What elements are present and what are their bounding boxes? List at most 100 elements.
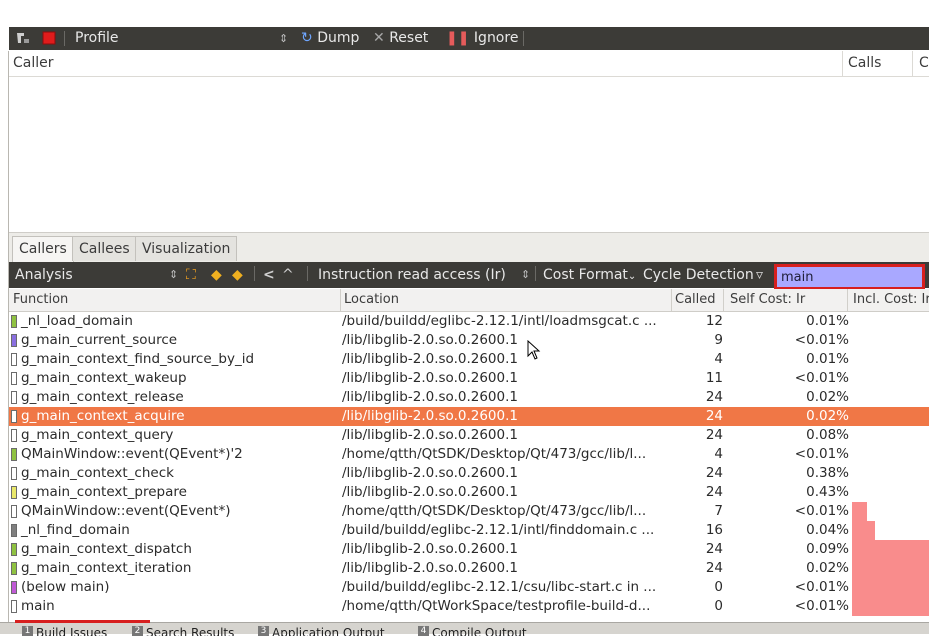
profile-select[interactable]: Profile bbox=[75, 30, 119, 47]
location-cell: /build/buildd/eglibc-2.12.1/intl/finddom… bbox=[342, 522, 655, 538]
tab-callees[interactable]: Callees bbox=[72, 236, 137, 261]
called-cell: 11 bbox=[705, 370, 723, 386]
called-cell: 16 bbox=[705, 522, 723, 538]
called-cell: 24 bbox=[705, 541, 723, 557]
ignore-button[interactable]: ❚❚ Ignore bbox=[446, 30, 518, 47]
table-row[interactable]: QMainWindow::event(QEvent*) /home/qtth/Qt… bbox=[9, 502, 929, 521]
reset-label: Reset bbox=[389, 30, 429, 46]
dropdown-arrow-icon: ⌄ bbox=[627, 271, 637, 282]
called-cell: 0 bbox=[714, 579, 723, 595]
called-cell: 12 bbox=[705, 313, 723, 329]
location-cell: /home/qtth/QtWorkSpace/testprofile-build… bbox=[342, 598, 651, 614]
location-cell: /lib/libglib-2.0.so.0.2600.1 bbox=[342, 560, 518, 576]
called-cell: 4 bbox=[714, 351, 723, 367]
reset-button[interactable]: ✕ Reset bbox=[373, 30, 428, 47]
pane-number: 2 bbox=[132, 626, 143, 636]
table-row[interactable]: (below main) /build/buildd/eglibc-2.12.1/… bbox=[9, 578, 929, 597]
self-cost-column-header[interactable]: Self Cost: Ir bbox=[730, 292, 805, 307]
table-row[interactable]: QMainWindow::event(QEvent*)'2/home/qtth/… bbox=[9, 445, 929, 464]
extra-column-header[interactable]: C bbox=[919, 55, 929, 71]
chevron-left-icon[interactable]: < bbox=[263, 266, 275, 284]
pane-label: Compile Output bbox=[432, 626, 527, 636]
output-panes-bar: 1 Build Issues 2 Search Results 3 Application… bbox=[0, 622, 929, 636]
cost-format-button[interactable]: Cost Format⌄ bbox=[543, 266, 636, 284]
filter-input[interactable] bbox=[777, 267, 923, 287]
function-color-swatch bbox=[11, 562, 17, 575]
cycle-detection-button[interactable]: Cycle Detection bbox=[643, 266, 754, 284]
function-color-swatch bbox=[11, 429, 17, 442]
table-row[interactable]: g_main_context_iteration/lib/libglib-2.0… bbox=[9, 559, 929, 578]
chevron-up-icon[interactable]: ^ bbox=[282, 266, 294, 284]
pause-icon: ❚❚ bbox=[446, 30, 470, 46]
forward-arrow-icon[interactable]: ◆ bbox=[232, 266, 243, 284]
table-row[interactable]: g_main_context_release/lib/libglib-2.0.s… bbox=[9, 388, 929, 407]
self-cost-cell: 0.01% bbox=[806, 351, 849, 367]
self-cost-cell: <0.01% bbox=[794, 503, 849, 519]
calls-column-header[interactable]: Calls bbox=[848, 55, 881, 71]
function-color-swatch bbox=[11, 600, 17, 613]
start-profile-icon[interactable] bbox=[15, 30, 33, 47]
function-color-swatch bbox=[11, 353, 17, 366]
table-row[interactable]: g_main_current_source/lib/libglib-2.0.so… bbox=[9, 331, 929, 350]
event-type-label: Instruction read access (Ir) bbox=[318, 267, 506, 283]
profile-select-label: Profile bbox=[75, 30, 119, 46]
function-name-cell: g_main_context_release bbox=[21, 389, 184, 405]
location-column-header[interactable]: Location bbox=[344, 292, 399, 307]
functions-table-body: _nl_load_domain/build/buildd/eglibc-2.12… bbox=[9, 312, 929, 622]
tab-callers[interactable]: Callers bbox=[12, 236, 74, 263]
called-cell: 4 bbox=[714, 446, 723, 462]
function-name-cell: (below main) bbox=[21, 579, 110, 595]
visualize-icon[interactable]: ⛶ bbox=[186, 266, 196, 284]
analysis-select[interactable]: Analysis bbox=[15, 266, 73, 284]
output-pane-tab[interactable]: 2 Search Results bbox=[132, 626, 234, 636]
dump-button[interactable]: ↻ Dump bbox=[301, 30, 359, 47]
tab-callers-label: Callers bbox=[19, 241, 67, 257]
location-cell: /build/buildd/eglibc-2.12.1/intl/loadmsg… bbox=[342, 313, 657, 329]
called-cell: 24 bbox=[705, 465, 723, 481]
self-cost-cell: 0.38% bbox=[806, 465, 849, 481]
table-row[interactable]: main/home/qtth/QtWorkSpace/testprofile-b… bbox=[9, 597, 929, 616]
called-column-header[interactable]: Called bbox=[675, 292, 716, 307]
cost-format-label: Cost Format bbox=[543, 267, 628, 283]
table-row[interactable]: g_main_context_check/lib/libglib-2.0.so.… bbox=[9, 464, 929, 483]
tab-callees-label: Callees bbox=[79, 241, 130, 257]
table-row[interactable]: g_main_context_query/lib/libglib-2.0.so.… bbox=[9, 426, 929, 445]
analysis-toolbar: Analysis ⇕ ⛶ ◆ ◆ < ^ Instruction read ac… bbox=[9, 262, 929, 290]
incl-cost-bar bbox=[852, 578, 929, 597]
analysis-select-label: Analysis bbox=[15, 267, 73, 283]
tab-visualization[interactable]: Visualization bbox=[135, 236, 238, 261]
table-row[interactable]: g_main_context_wakeup/lib/libglib-2.0.so… bbox=[9, 369, 929, 388]
self-cost-cell: <0.01% bbox=[794, 579, 849, 595]
function-color-swatch bbox=[11, 372, 17, 385]
called-cell: 24 bbox=[705, 484, 723, 500]
function-column-header[interactable]: Function bbox=[13, 292, 68, 307]
stop-icon[interactable] bbox=[42, 31, 56, 48]
tab-visualization-label: Visualization bbox=[142, 241, 231, 257]
pane-number: 4 bbox=[418, 626, 429, 636]
caller-column-header[interactable]: Caller bbox=[13, 55, 54, 71]
function-name-cell: g_main_context_check bbox=[21, 465, 174, 481]
function-name-cell: main bbox=[21, 598, 55, 614]
pane-number: 3 bbox=[258, 626, 269, 636]
reset-icon: ✕ bbox=[373, 30, 385, 46]
event-type-select[interactable]: Instruction read access (Ir) bbox=[318, 266, 506, 284]
function-name-cell: _nl_load_domain bbox=[21, 313, 133, 329]
back-arrow-icon[interactable]: ◆ bbox=[211, 266, 222, 284]
output-pane-tab[interactable]: 1 Build Issues bbox=[22, 626, 107, 636]
table-row[interactable]: g_main_context_find_source_by_id/lib/lib… bbox=[9, 350, 929, 369]
table-row[interactable]: g_main_context_acquire/lib/libglib-2.0.s… bbox=[9, 407, 929, 426]
self-cost-cell: 0.01% bbox=[806, 313, 849, 329]
table-row[interactable]: g_main_context_dispatch/lib/libglib-2.0.… bbox=[9, 540, 929, 559]
function-name-cell: g_main_context_iteration bbox=[21, 560, 192, 576]
table-row[interactable]: g_main_context_prepare/lib/libglib-2.0.s… bbox=[9, 483, 929, 502]
self-cost-cell: <0.01% bbox=[794, 332, 849, 348]
table-row[interactable]: _nl_find_domain/build/buildd/eglibc-2.12… bbox=[9, 521, 929, 540]
function-color-swatch bbox=[11, 391, 17, 404]
function-name-cell: g_main_current_source bbox=[21, 332, 178, 348]
incl-cost-column-header[interactable]: Incl. Cost: Ir bbox=[853, 292, 929, 307]
output-pane-tab[interactable]: 4 Compile Output bbox=[418, 626, 527, 636]
table-row[interactable]: _nl_load_domain/build/buildd/eglibc-2.12… bbox=[9, 312, 929, 331]
output-pane-tab[interactable]: 3 Application Output bbox=[258, 626, 385, 636]
location-cell: /build/buildd/eglibc-2.12.1/csu/libc-sta… bbox=[342, 579, 657, 595]
location-cell: /home/qtth/QtSDK/Desktop/Qt/473/gcc/lib/… bbox=[342, 446, 647, 462]
